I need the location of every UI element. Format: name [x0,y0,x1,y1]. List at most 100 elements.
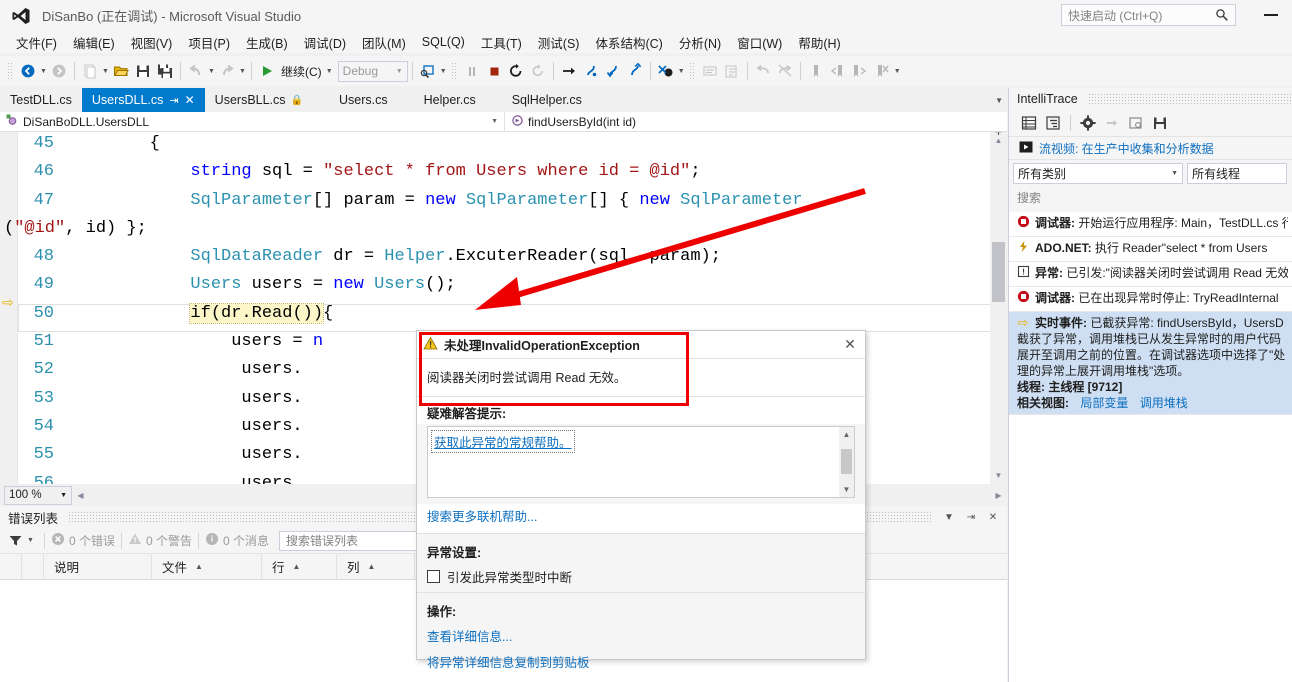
chevron-down-icon[interactable]: ▼ [60,492,67,499]
open-file-icon[interactable] [110,60,132,82]
step-over-icon[interactable] [602,60,624,82]
intellitrace-event-row[interactable]: 调试器: 已在出现异常时停止: TryReadInternal [1009,287,1292,312]
save-all-icon[interactable] [154,60,176,82]
filter-dropdown-icon[interactable]: ▼ [27,537,34,544]
editor-vertical-scrollbar[interactable]: ✛ ▲ ▼ [990,132,1007,484]
panel-drag-handle[interactable] [1087,93,1292,105]
tab-usersbll[interactable]: UsersBLL.cs 🔒 [205,88,313,112]
close-icon[interactable]: ✕ [985,509,1001,525]
action-copy-details[interactable]: 将异常详细信息复制到剪贴板 [427,652,855,671]
toolbar-grip[interactable] [688,62,696,80]
editor-split-handle[interactable]: ✛ [990,132,1007,138]
tab-helper[interactable]: Helper.cs [414,88,486,112]
intellitrace-event-row[interactable]: ADO.NET: 执行 Reader"select * from Users [1009,237,1292,262]
exception-helper-popup[interactable]: 未处理InvalidOperationException ✕ 阅读器关闭时尝试调… [416,330,866,670]
save-icon[interactable] [1148,112,1172,134]
toolbar-grip[interactable] [7,62,14,80]
thread-filter-combo[interactable]: 所有线程 [1187,162,1287,184]
menu-item-window[interactable]: 窗口(W) [729,31,790,54]
tip-link-general-help[interactable]: 获取此异常的常规帮助。 [431,430,575,453]
attach-dropdown-icon[interactable]: ▼ [439,60,448,82]
chevron-down-icon[interactable]: ▼ [941,509,957,525]
pin-icon[interactable]: ⇥ [963,509,979,525]
all-events-icon[interactable] [1017,112,1041,134]
type-dropdown[interactable]: DiSanBoDLL.UsersDLL ▼ [0,111,505,132]
restart-debug-icon[interactable] [505,60,527,82]
message-count[interactable]: 0 个消息 [205,532,269,549]
warning-count[interactable]: 0 个警告 [128,532,192,549]
menu-item-team[interactable]: 团队(M) [354,31,414,54]
continue-dropdown-icon[interactable]: ▼ [325,60,334,82]
checkbox-box[interactable] [427,570,440,583]
column-header-column[interactable]: 列 ▲ [337,553,415,580]
glyph-margin[interactable]: ⇨ [0,132,18,484]
step-into-icon[interactable] [580,60,602,82]
attach-process-icon[interactable] [417,60,439,82]
continue-button[interactable]: 继续(C) [278,63,325,80]
break-on-exception-checkbox[interactable]: 引发此异常类型时中断 [427,567,855,586]
intellitrace-event-row[interactable]: 调试器: 开始运行应用程序: Main，TestDLL.cs 行 [1009,212,1292,237]
category-filter-combo[interactable]: 所有类别 ▼ [1013,162,1183,184]
search-icon[interactable] [1215,8,1229,25]
menu-item-build[interactable]: 生成(B) [238,31,296,54]
column-header-line[interactable]: 行 ▲ [262,553,337,580]
step-out-icon[interactable] [624,60,646,82]
error-count[interactable]: 0 个错误 [51,532,115,549]
menu-item-edit[interactable]: 编辑(E) [65,31,123,54]
troubleshooting-tips-box[interactable]: 获取此异常的常规帮助。 ▲ ▼ [427,426,855,498]
breakpoints-icon[interactable] [655,60,677,82]
settings-gear-icon[interactable] [1076,112,1100,134]
tab-sqlhelper[interactable]: SqlHelper.cs [502,88,592,112]
column-header-description[interactable]: 说明 [44,553,152,580]
intellitrace-search-input[interactable]: 搜索 [1009,186,1292,208]
new-project-dropdown-icon[interactable]: ▼ [101,60,110,82]
action-view-details[interactable]: 查看详细信息... [427,626,855,645]
redo-dropdown-icon[interactable]: ▼ [238,60,247,82]
tips-scrollbar[interactable]: ▲ ▼ [839,427,854,497]
menu-item-project[interactable]: 项目(P) [180,31,238,54]
tab-testdll[interactable]: TestDLL.cs [0,88,82,112]
scrollbar-thumb[interactable] [992,242,1005,302]
view-link-callstack[interactable]: 调用堆栈 [1140,396,1188,410]
view-link-locals[interactable]: 局部变量 [1080,396,1128,410]
menu-item-tools[interactable]: 工具(T) [473,31,530,54]
zoom-level-combo[interactable]: 100 % ▼ [4,485,72,505]
scroll-down-icon[interactable]: ▼ [839,482,854,497]
toolbar-grip[interactable] [450,62,458,80]
intellitrace-event-list[interactable]: 调试器: 开始运行应用程序: Main，TestDLL.cs 行 ADO.NET… [1009,212,1292,682]
menu-item-file[interactable]: 文件(F) [8,31,65,54]
promo-link[interactable]: 流视频: 在生产中收集和分析数据 [1039,140,1214,157]
scroll-right-icon[interactable]: ▶ [990,487,1007,504]
column-header-file[interactable]: 文件 ▲ [152,553,262,580]
search-online-help-link[interactable]: 搜索更多联机帮助... [427,510,537,524]
stop-debug-icon[interactable] [483,60,505,82]
minimize-icon[interactable] [1264,14,1278,16]
breakpoints-dropdown-icon[interactable]: ▼ [677,60,686,82]
navigate-back-dropdown-icon[interactable]: ▼ [39,60,48,82]
pin-icon[interactable]: ⇥ [169,94,178,107]
tab-usersdll[interactable]: UsersDLL.cs ⇥ ✕ [81,88,205,112]
close-icon[interactable]: ✕ [185,93,195,107]
show-next-statement-icon[interactable] [558,60,580,82]
menu-item-architecture[interactable]: 体系结构(C) [587,31,670,54]
intellitrace-event-row[interactable]: 异常: 已引发:"阅读器关闭时尝试调用 Read 无效 [1009,262,1292,287]
save-icon[interactable] [132,60,154,82]
menu-item-help[interactable]: 帮助(H) [790,31,848,54]
open-file-icon[interactable] [1124,112,1148,134]
menu-item-analyze[interactable]: 分析(N) [671,31,729,54]
toolbar-overflow-icon[interactable]: ▼ [893,60,902,82]
start-debug-icon[interactable] [256,60,278,82]
member-dropdown[interactable]: findUsersById(int id) [505,112,1005,132]
quick-launch-input[interactable]: 快速启动 (Ctrl+Q) [1068,7,1162,24]
menu-item-sql[interactable]: SQL(Q) [414,33,473,51]
calls-view-icon[interactable] [1041,112,1065,134]
chevron-down-icon[interactable]: ▼ [491,118,498,125]
menu-item-view[interactable]: 视图(V) [123,31,181,54]
quick-launch-box[interactable]: 快速启动 (Ctrl+Q) [1061,4,1236,26]
tab-users[interactable]: Users.cs [329,88,398,112]
action-open-exception-settings[interactable]: 打开异常设置 [427,678,855,682]
undo-dropdown-icon[interactable]: ▼ [207,60,216,82]
solution-configuration-combo[interactable]: Debug ▼ [337,60,408,82]
intellitrace-promo[interactable]: 流视频: 在生产中收集和分析数据 [1009,136,1292,160]
menu-item-debug[interactable]: 调试(D) [296,31,354,54]
